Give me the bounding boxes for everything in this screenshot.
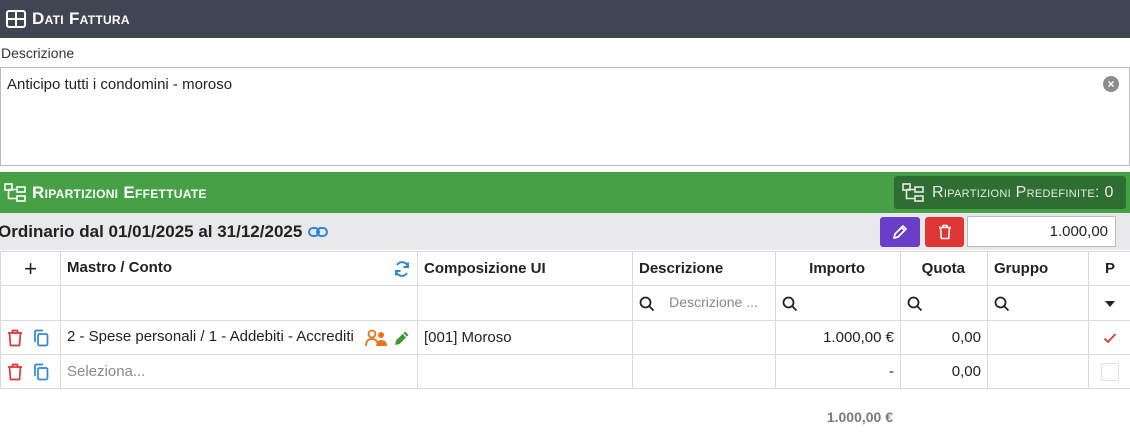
table-header-row: + Mastro / Conto Composizione UI Descriz… [0, 251, 1130, 286]
row-actions [0, 354, 61, 389]
copy-icon[interactable] [33, 329, 49, 347]
search-icon [782, 296, 798, 312]
checkmark-icon [1103, 332, 1117, 344]
pencil-icon[interactable] [393, 329, 411, 347]
gruppo-filter[interactable] [987, 285, 1089, 321]
ripartizioni-table: + Mastro / Conto Composizione UI Descriz… [0, 251, 1130, 389]
periodo-label: Ordinario dal 01/01/2025 al 31/12/2025 [0, 221, 303, 241]
p-filter-dropdown[interactable] [1088, 285, 1130, 321]
gruppo-cell[interactable] [987, 320, 1089, 355]
importo-cell[interactable]: - [775, 354, 901, 389]
table-row: Seleziona... - 0,00 [0, 354, 1130, 389]
column-header-quota: Quota [900, 251, 988, 286]
delete-button[interactable] [925, 217, 964, 247]
descrizione-value: Anticipo tutti i condomini - moroso [7, 76, 233, 93]
quota-cell[interactable]: 0,00 [900, 354, 988, 389]
edit-button[interactable] [880, 217, 920, 247]
importo-cell[interactable]: 1.000,00 € [775, 320, 901, 355]
column-header-conto: Mastro / Conto [60, 251, 418, 286]
composizione-cell[interactable] [417, 354, 633, 389]
p-checkbox[interactable] [1088, 320, 1130, 355]
link-icon[interactable] [308, 225, 329, 239]
hierarchy-icon [4, 182, 26, 203]
ripartizioni-predefinite-label: Ripartizioni Predefinite: 0 [932, 183, 1114, 201]
clear-icon[interactable]: × [1103, 76, 1119, 92]
row-actions [0, 320, 61, 355]
table-icon [6, 10, 26, 28]
search-icon [639, 296, 655, 312]
column-header-composizione: Composizione UI [417, 251, 633, 286]
descrizione-label: Descrizione [1, 45, 75, 61]
refresh-icon[interactable] [393, 260, 411, 278]
column-header-importo: Importo [775, 251, 901, 286]
filter-row: Descrizione ... [0, 285, 1130, 321]
trash-icon[interactable] [7, 329, 23, 347]
quota-cell[interactable]: 0,00 [900, 320, 988, 355]
descrizione-cell[interactable] [632, 320, 776, 355]
amount-input[interactable]: 1.000,00 [967, 216, 1116, 247]
search-icon [907, 296, 923, 312]
descrizione-filter[interactable]: Descrizione ... [632, 285, 776, 321]
descrizione-filter-input: Descrizione ... [669, 294, 758, 311]
trash-icon[interactable] [7, 363, 23, 381]
gruppo-cell[interactable] [987, 354, 1089, 389]
search-icon [994, 296, 1010, 312]
importo-filter[interactable] [775, 285, 901, 321]
importo-total: 1.000,00 € [826, 409, 893, 425]
ripartizioni-title: Ripartizioni Effettuate [32, 182, 207, 202]
section-title: Dati Fattura [32, 9, 130, 28]
descrizione-textarea[interactable]: Anticipo tutti i condomini - moroso × [0, 67, 1130, 166]
copy-icon[interactable] [33, 363, 49, 381]
conto-select[interactable]: Seleziona... [60, 354, 418, 389]
users-icon[interactable] [365, 329, 389, 347]
pencil-icon [892, 224, 908, 240]
conto-cell[interactable]: 2 - Spese personali / 1 - Addebiti - Acc… [60, 320, 418, 355]
hierarchy-icon [902, 182, 924, 203]
table-row: 2 - Spese personali / 1 - Addebiti - Acc… [0, 320, 1130, 355]
column-header-descrizione: Descrizione [632, 251, 776, 286]
composizione-cell[interactable]: [001] Moroso [417, 320, 633, 355]
section-header-dati-fattura: Dati Fattura [0, 0, 1130, 38]
periodo-bar: Ordinario dal 01/01/2025 al 31/12/2025 1… [0, 213, 1130, 250]
section-header-ripartizioni: Ripartizioni Effettuate Ripartizioni Pre… [0, 172, 1130, 213]
ripartizioni-predefinite-button[interactable]: Ripartizioni Predefinite: 0 [894, 176, 1126, 209]
descrizione-cell[interactable] [632, 354, 776, 389]
column-header-p: P [1088, 251, 1130, 286]
caret-down-icon [1104, 300, 1115, 307]
quota-filter[interactable] [900, 285, 988, 321]
trash-icon [938, 224, 952, 240]
add-row-button[interactable]: + [0, 251, 61, 286]
p-checkbox[interactable] [1088, 354, 1130, 389]
column-header-gruppo: Gruppo [987, 251, 1089, 286]
